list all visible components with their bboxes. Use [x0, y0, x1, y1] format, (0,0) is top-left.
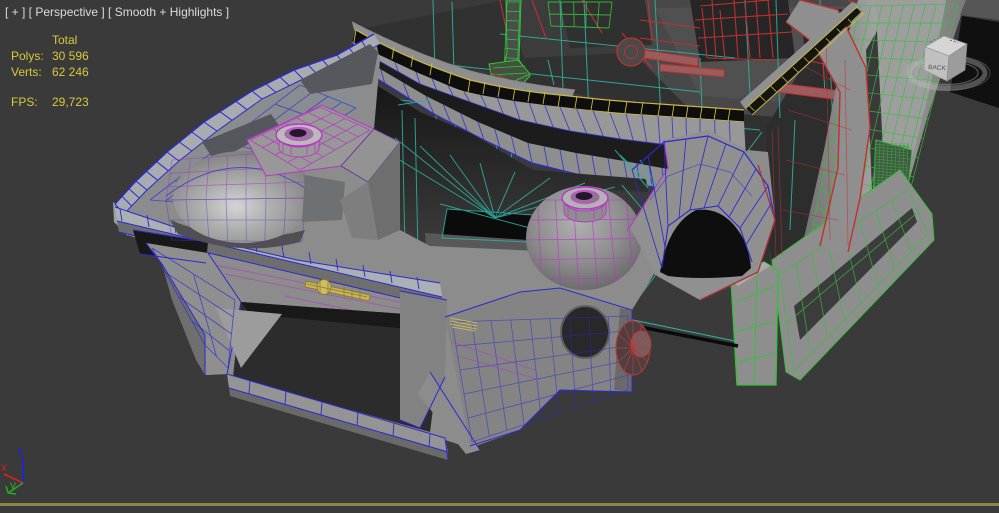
svg-text:BACK: BACK — [928, 64, 947, 72]
svg-text:29,723: 29,723 — [52, 95, 89, 109]
svg-text:FPS:: FPS: — [11, 95, 38, 109]
svg-text:30 596: 30 596 — [52, 49, 89, 63]
svg-text:Polys:: Polys: — [11, 49, 44, 63]
svg-text:x: x — [1, 460, 7, 474]
svg-text:z: z — [17, 443, 24, 458]
svg-text:Verts:: Verts: — [11, 65, 42, 79]
svg-text:Total: Total — [52, 33, 77, 47]
svg-text:[ + ] [ Perspective ] [ Smooth: [ + ] [ Perspective ] [ Smooth + Highlig… — [5, 5, 229, 19]
svg-text:y: y — [10, 478, 16, 492]
svg-text:62 246: 62 246 — [52, 65, 89, 79]
